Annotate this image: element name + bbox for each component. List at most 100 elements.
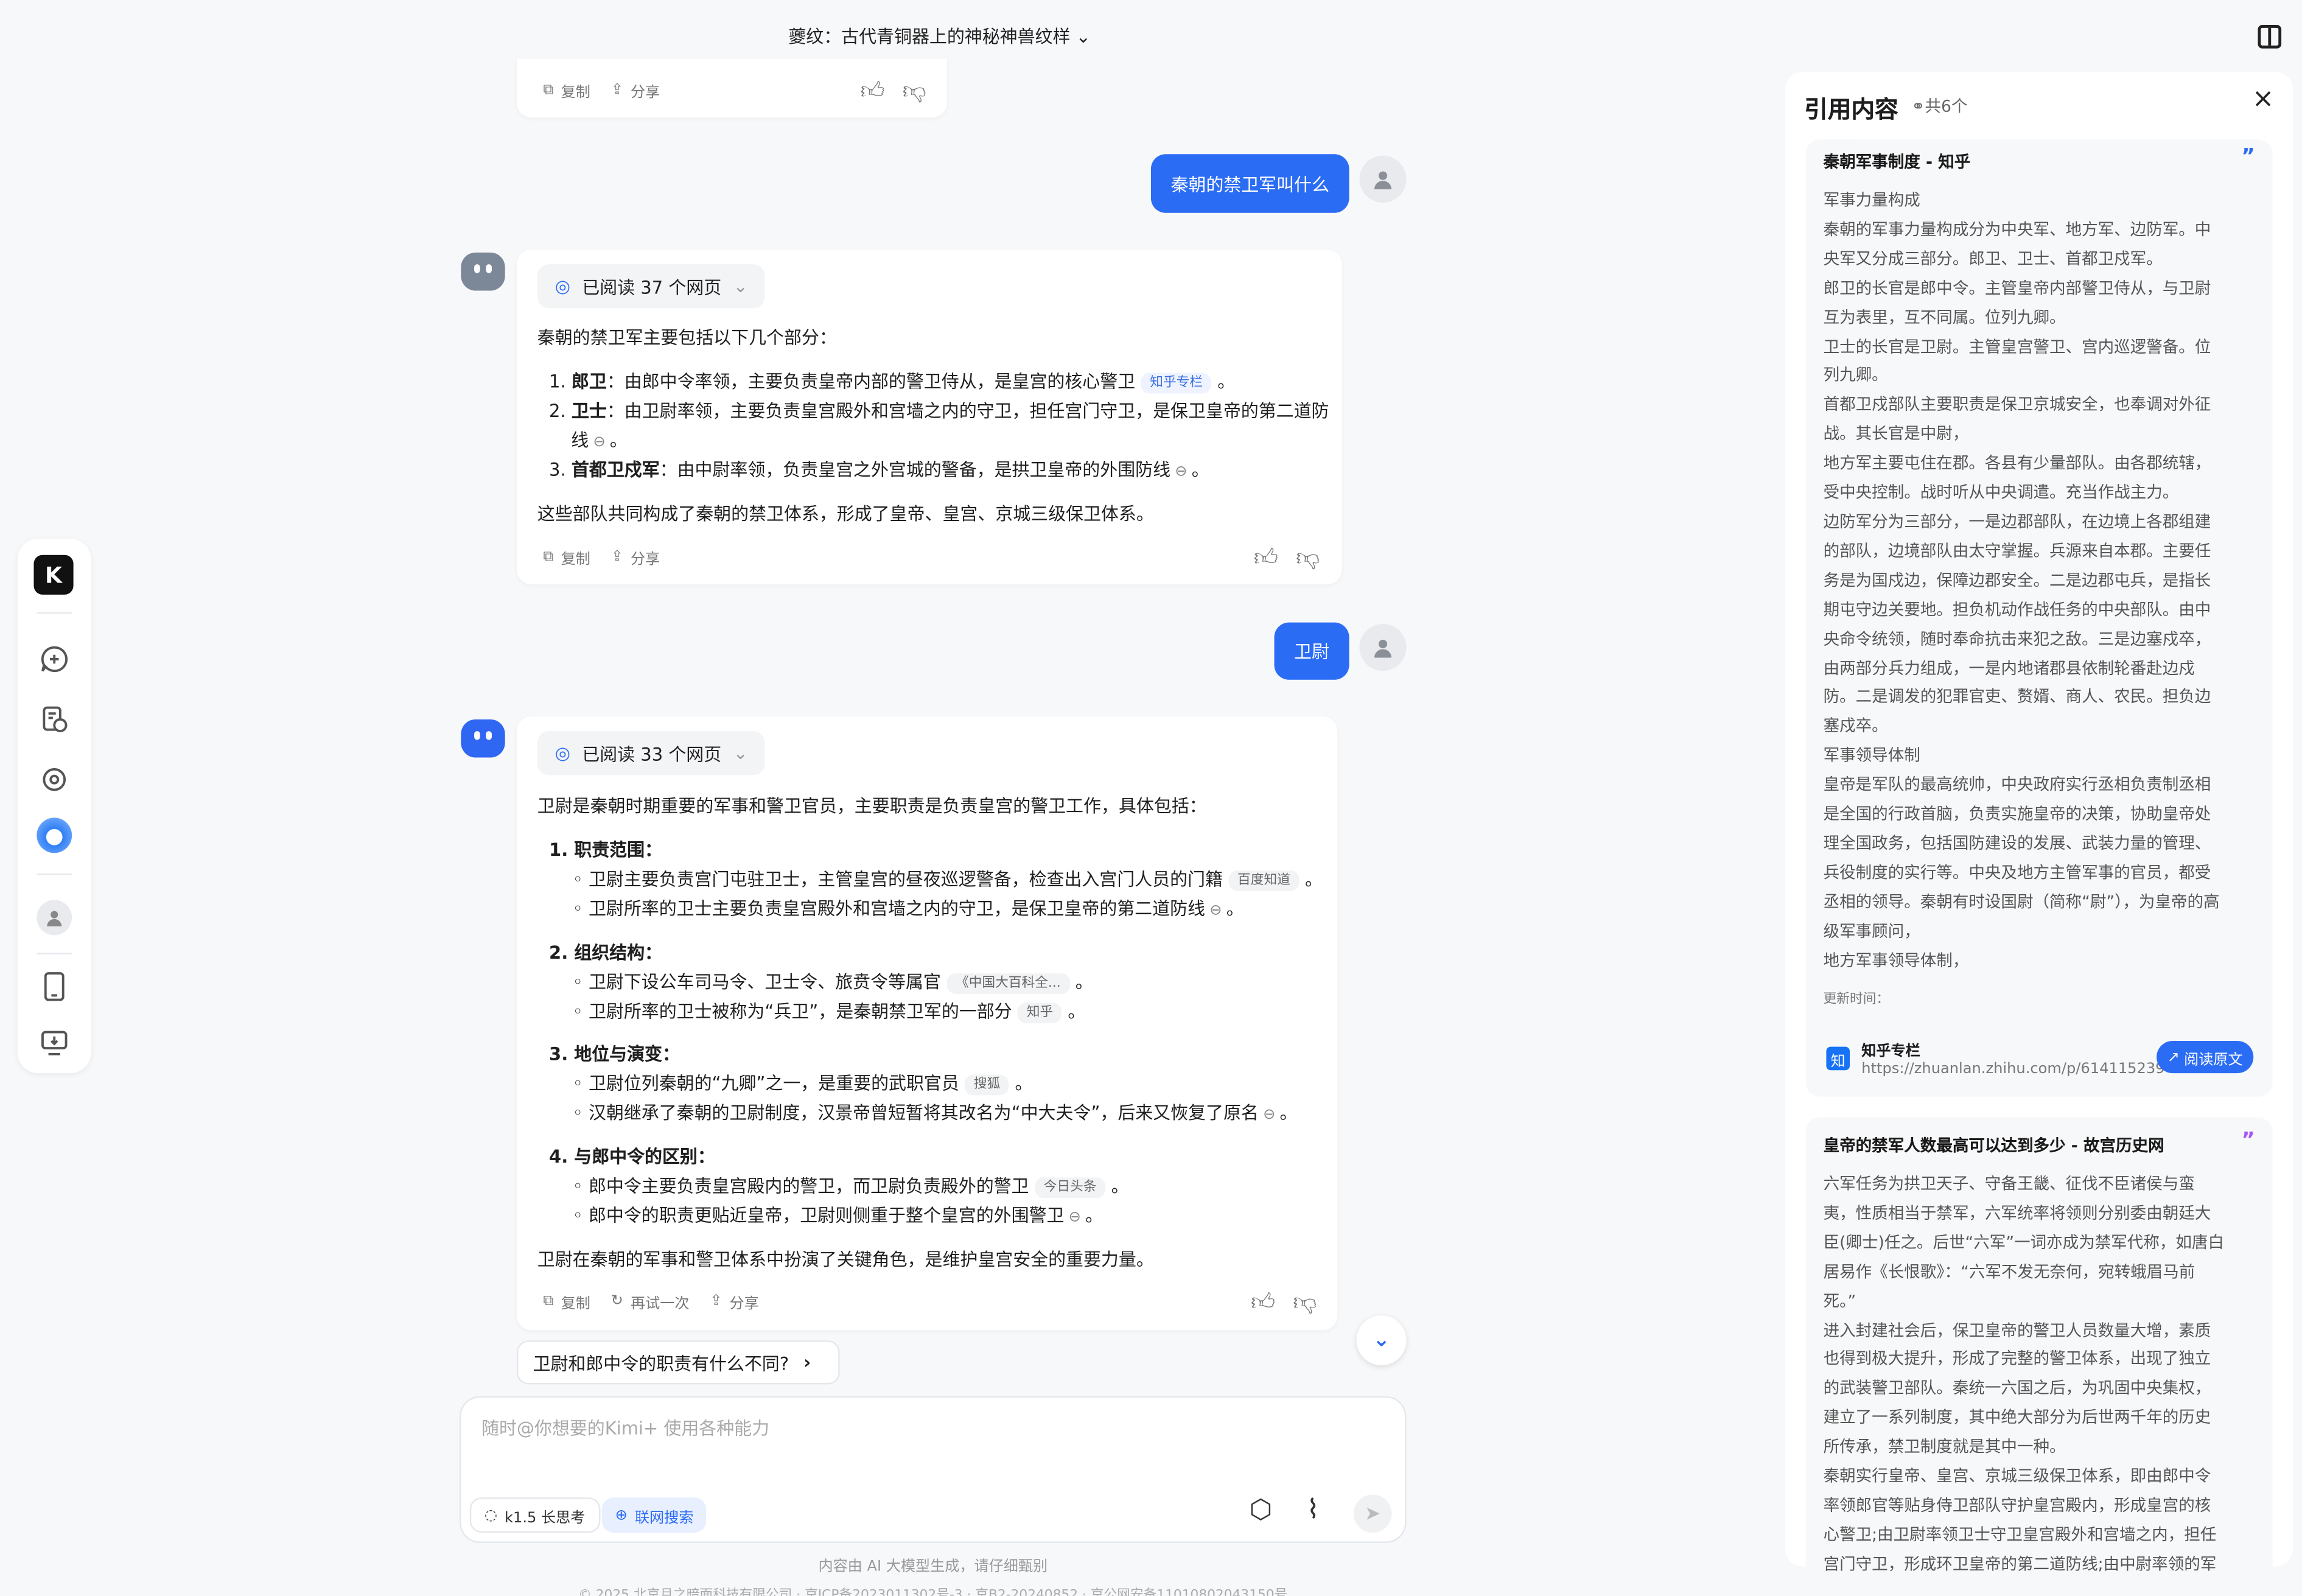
excerpt-line: 丞相的领导。秦朝有时设国尉（简称“尉”），为皇帝的高	[1823, 892, 2220, 912]
panel-title: 引用内容	[1804, 95, 1898, 124]
scroll-to-bottom-button[interactable]: ⌄	[1356, 1315, 1407, 1366]
link-icon[interactable]: ⊖	[1209, 897, 1222, 926]
previous-answer-card: ⧉ 复制 ⇪ 分享 👍︎ 👎︎	[516, 58, 947, 117]
excerpt-line: 首都卫戍部队主要职责是保卫京城安全，也奉调对外征	[1823, 395, 2211, 415]
kimi-plus-icon[interactable]	[37, 762, 72, 797]
excerpt-line: 居易作《长恨歌》：“六军不发无奈何，宛转蛾眉马前	[1823, 1262, 2195, 1281]
sidebar-divider	[37, 612, 72, 614]
send-button[interactable]: ➤	[1353, 1494, 1392, 1533]
attach-icon[interactable]: ⌇	[1307, 1494, 1320, 1525]
thumbs-down-icon[interactable]: 👎︎	[1293, 1287, 1317, 1317]
list-item: 2. 卫士：由卫尉率领，主要负责皇宫殿外和宫墙之内的守卫，担任宫门守卫，是保卫皇…	[549, 401, 1329, 422]
desktop-app-icon[interactable]	[37, 1025, 72, 1060]
link-icon[interactable]: ⊖	[1069, 1204, 1081, 1233]
kimi-logo[interactable]: K	[33, 555, 74, 595]
excerpt-line: 宫门守卫，形成环卫皇帝的第二道防线;由中尉率领的军	[1823, 1554, 2217, 1574]
quote-icon: ”	[2241, 1129, 2255, 1153]
source-tag[interactable]: 百度知道	[1228, 870, 1300, 892]
excerpt-line: 六军任务为拱卫天子、守备王畿、征伐不臣诸侯与蛮	[1823, 1174, 2195, 1194]
copy-icon: ⧉	[543, 82, 554, 99]
bullet-item: ◦ 卫尉所率的卫士被称为“兵卫”，是秦朝禁卫军的一部分 知乎。	[573, 997, 1085, 1026]
bullet-item: ◦ 卫尉主要负责宫门屯驻卫士，主管皇宫的昼夜巡逻警备，检查出入宫门人员的门籍 百度…	[573, 865, 1323, 894]
excerpt-line: 夷，性质相当于禁军，六军统率将领则分别委由朝廷大	[1823, 1203, 2211, 1223]
thumbs-up-icon[interactable]: 👍︎	[1254, 543, 1278, 572]
source-tag[interactable]: 搜狐	[965, 1074, 1009, 1096]
section-heading: 3. 地位与演变：	[549, 1043, 680, 1065]
excerpt-line: 的武装警卫部队。秦统一六国之后，为巩固中央集权，	[1823, 1379, 2211, 1398]
excerpt-line: 受中央控制。战时听从中央调遣。充当作战主力。	[1823, 483, 2179, 503]
thumbs-up-icon[interactable]: 👍︎	[1251, 1287, 1275, 1317]
chevron-down-icon: ⌄	[733, 743, 748, 764]
link-icon[interactable]: ⊖	[593, 429, 605, 458]
copy-icon: ⧉	[543, 1293, 554, 1310]
user-avatar-icon[interactable]	[37, 900, 72, 936]
copy-button[interactable]: ⧉ 复制	[543, 79, 590, 101]
history-icon[interactable]	[37, 702, 72, 737]
excerpt-line: 地方军主要屯住在郡。各县有少量部队。由各郡统辖，	[1823, 453, 2211, 474]
conversation-title[interactable]: 夔纹：古代青铜器上的神秘神兽纹样 ⌄	[646, 24, 1233, 49]
citation-card[interactable]: 秦朝军事制度 - 知乎 ” 军事力量构成 秦朝的军事力量构成分为中央军、地方军、边…	[1805, 139, 2273, 1097]
mobile-app-icon[interactable]	[37, 969, 72, 1004]
excerpt-line: 死。”	[1823, 1291, 1856, 1311]
list-item: 3. 首都卫戍军：由中尉率领，负责皇宫之外宫城的警备，是拱卫皇帝的外围防线 ⊖。	[549, 455, 1209, 488]
read-sources-toggle[interactable]: ◎ 已阅读 37 个网页 ⌄	[537, 264, 766, 309]
excerpt-line: 防。二是调发的犯罪官吏、赘婿、商人、农民。担负边	[1823, 687, 2211, 707]
citation-count: ⚭共6个	[1911, 97, 1968, 116]
share-button[interactable]: ⇪ 分享	[611, 79, 660, 101]
link-icon[interactable]: ⊖	[1263, 1101, 1275, 1130]
share-button[interactable]: ⇪ 分享	[611, 546, 660, 568]
web-search-toggle[interactable]: ⊕ 联网搜索	[601, 1497, 707, 1533]
zhihu-icon: 知	[1826, 1046, 1850, 1071]
excerpt-line: 塞戍卒。	[1823, 716, 1888, 737]
retry-button[interactable]: ↻ 再试一次	[611, 1290, 690, 1312]
close-icon[interactable]: ×	[2252, 83, 2274, 114]
excerpt-line: 战。其长官是中尉，	[1823, 424, 1969, 444]
sidebar-divider	[37, 953, 72, 954]
panel-toggle-icon[interactable]	[2258, 25, 2282, 49]
citation-card[interactable]: 皇帝的禁军人数最高可以达到多少 - 故宫历史网 ” 六军任务为拱卫天子、守备王畿…	[1805, 1117, 2273, 1587]
chat-input-box: 随时@你想要的Kimi+ 使用各种能力 ◌ k1.5 长思考 ⊕ 联网搜索 ⬡ ⌇ …	[459, 1396, 1407, 1543]
bullet-item: ◦ 卫尉位列秦朝的“九卿”之一，是重要的武职官员 搜狐。	[573, 1069, 1032, 1098]
new-chat-icon[interactable]	[37, 642, 72, 677]
excerpt-line: 理全国政务，包括国防建设的发展、武装力量的管理、	[1823, 833, 2211, 853]
user-avatar	[1359, 624, 1407, 671]
source-tag[interactable]: 知乎专栏	[1141, 373, 1212, 394]
source-tag[interactable]: 知乎	[1018, 1003, 1062, 1024]
long-think-toggle[interactable]: ◌ k1.5 长思考	[469, 1497, 600, 1533]
refresh-icon: ↻	[610, 1293, 623, 1310]
citation-title: 秦朝军事制度 - 知乎	[1823, 152, 1971, 172]
excerpt-line: 列九卿。	[1823, 366, 1888, 385]
excerpt-line: 边防军分为三部分，一是边郡部队，在边境上各郡组建	[1823, 512, 2211, 532]
quote-icon: ”	[2241, 145, 2255, 169]
link-icon: ⚭	[1911, 97, 1925, 116]
excerpt-line: 军事力量构成	[1823, 191, 1920, 210]
send-icon: ➤	[1364, 1502, 1381, 1525]
excerpt-line: 进入封建社会后，保卫皇帝的警卫人员数量大增，素质	[1823, 1320, 2211, 1340]
suggested-question[interactable]: 卫尉和郎中令的职责有什么不同? ›	[516, 1340, 840, 1385]
source-tag[interactable]: 《中国大百科全...	[946, 973, 1070, 994]
thumbs-up-icon[interactable]: 👍︎	[860, 76, 884, 105]
copy-button[interactable]: ⧉ 复制	[543, 1290, 590, 1312]
source-url[interactable]: https://zhuanlan.zhihu.com/p/614115239	[1861, 1062, 2164, 1078]
share-button[interactable]: ⇪ 分享	[710, 1290, 759, 1312]
excerpt-line: 郎卫的长官是郎中令。主管皇帝内部警卫侍从，与卫尉	[1823, 278, 2211, 298]
check-circle-icon: ◎	[555, 276, 570, 297]
explore-avatar-icon[interactable]	[37, 817, 72, 853]
external-link-icon: ↗	[2167, 1049, 2180, 1065]
thumbs-down-icon[interactable]: 👎︎	[1296, 543, 1320, 572]
chat-input[interactable]: 随时@你想要的Kimi+ 使用各种能力	[481, 1415, 769, 1440]
copy-button[interactable]: ⧉ 复制	[543, 546, 590, 568]
link-icon[interactable]: ⊖	[1175, 458, 1187, 488]
section-heading: 1. 职责范围：	[549, 839, 662, 861]
sidebar-divider	[37, 873, 72, 875]
kimi-avatar	[461, 719, 505, 758]
user-message: 秦朝的禁卫军叫什么	[1150, 154, 1349, 213]
excerpt-line: 级军事顾问，	[1823, 921, 1920, 941]
thumbs-down-icon[interactable]: 👎︎	[903, 76, 926, 105]
double-chevron-down-icon: ⌄	[1373, 1328, 1390, 1353]
read-sources-toggle[interactable]: ◎ 已阅读 33 个网页 ⌄	[537, 731, 766, 775]
source-tag[interactable]: 今日头条	[1035, 1177, 1106, 1199]
updated-time: 更新时间：	[1823, 992, 1890, 1007]
read-original-button[interactable]: ↗ 阅读原文	[2157, 1041, 2254, 1074]
cube-icon[interactable]: ⬡	[1250, 1494, 1273, 1525]
